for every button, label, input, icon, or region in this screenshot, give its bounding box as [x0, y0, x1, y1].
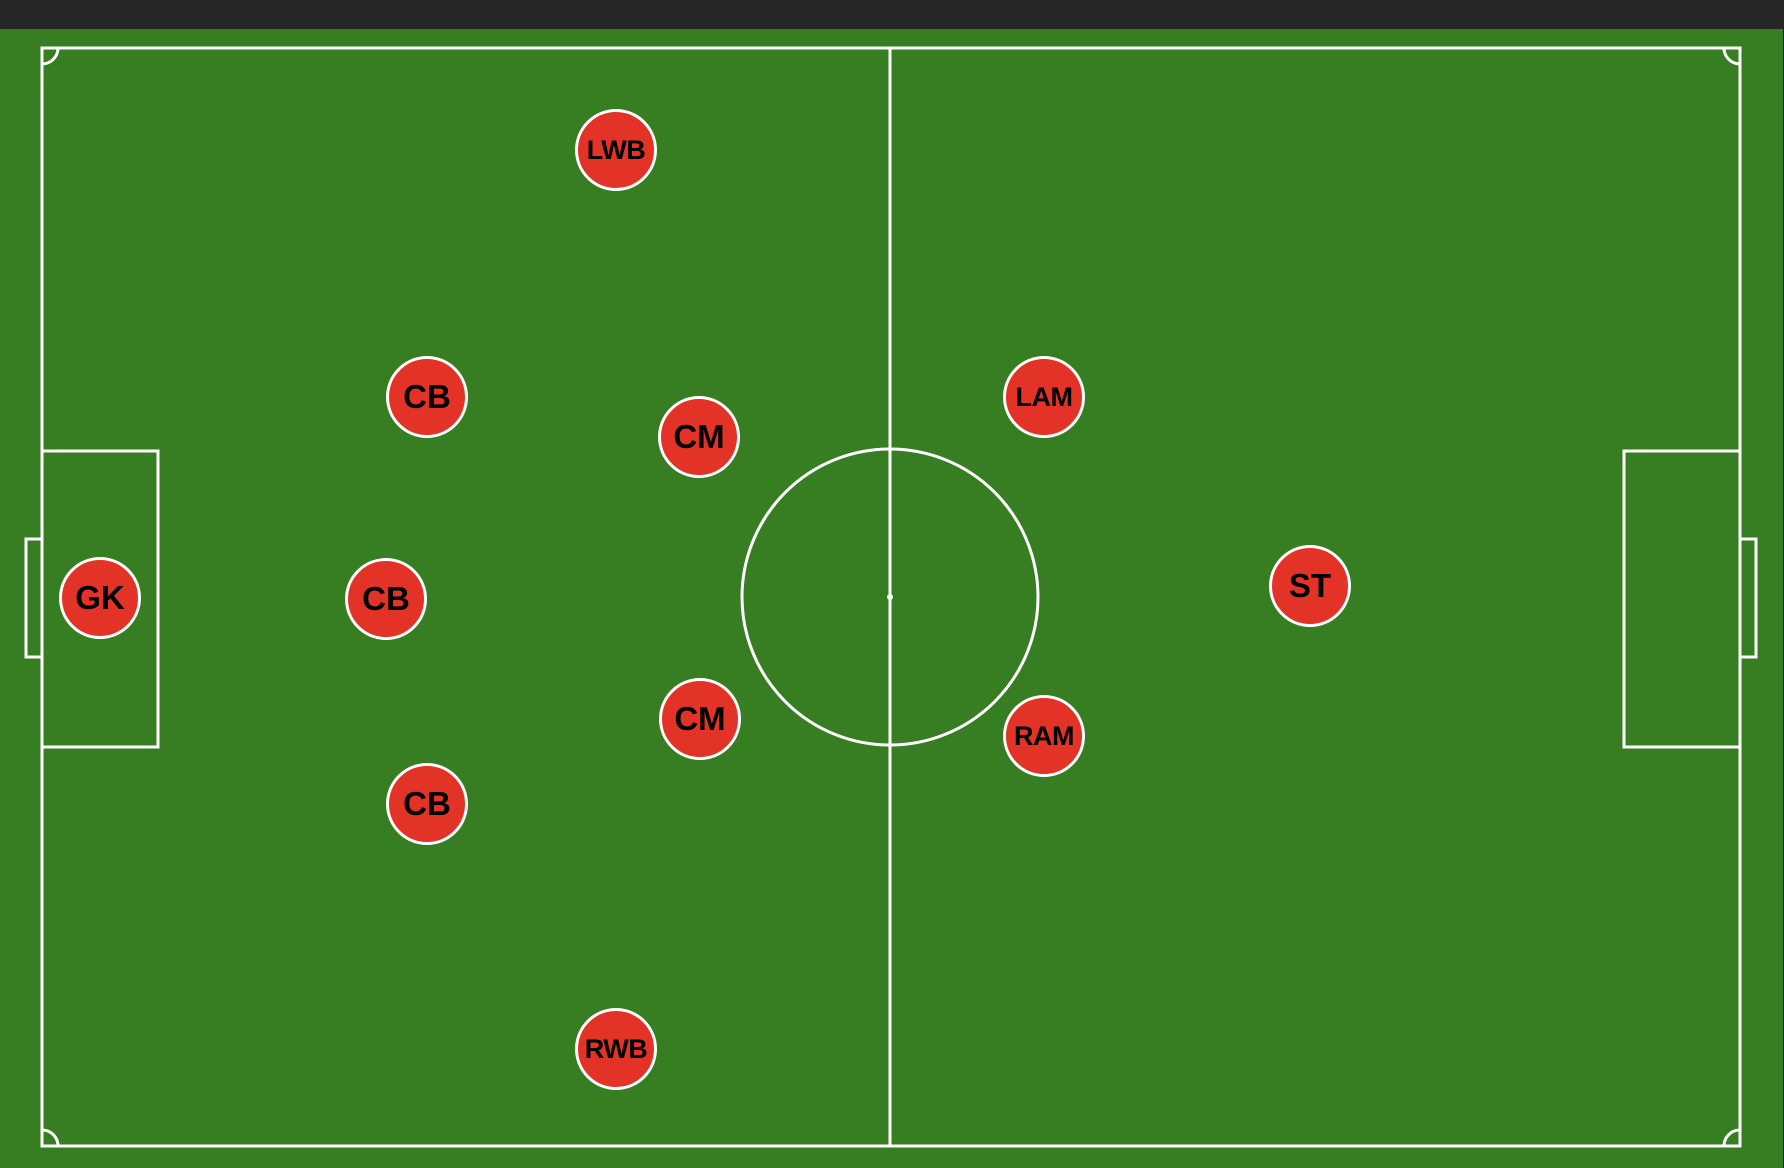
- corner-arc-bottom-right: [1722, 1128, 1741, 1147]
- player-cm-left[interactable]: CM: [658, 396, 740, 478]
- right-goal: [1738, 537, 1758, 659]
- player-ram[interactable]: RAM: [1003, 695, 1085, 777]
- player-rwb[interactable]: RWB: [575, 1008, 657, 1090]
- player-cb-left[interactable]: CB: [386, 356, 468, 438]
- corner-arc-top-left: [41, 47, 60, 66]
- player-cm-right[interactable]: CM: [659, 678, 741, 760]
- corner-arc-bottom-left: [41, 1128, 60, 1147]
- center-spot: [887, 594, 893, 600]
- pitch-markings: [24, 46, 1758, 1148]
- left-goal: [24, 537, 44, 659]
- player-cb-center[interactable]: CB: [345, 558, 427, 640]
- player-lwb[interactable]: LWB: [575, 109, 657, 191]
- player-cb-right[interactable]: CB: [386, 763, 468, 845]
- corner-arc-top-right: [1722, 47, 1741, 66]
- right-penalty-box: [1622, 449, 1742, 749]
- player-st[interactable]: ST: [1269, 545, 1351, 627]
- player-lam[interactable]: LAM: [1003, 356, 1085, 438]
- player-gk[interactable]: GK: [59, 557, 141, 639]
